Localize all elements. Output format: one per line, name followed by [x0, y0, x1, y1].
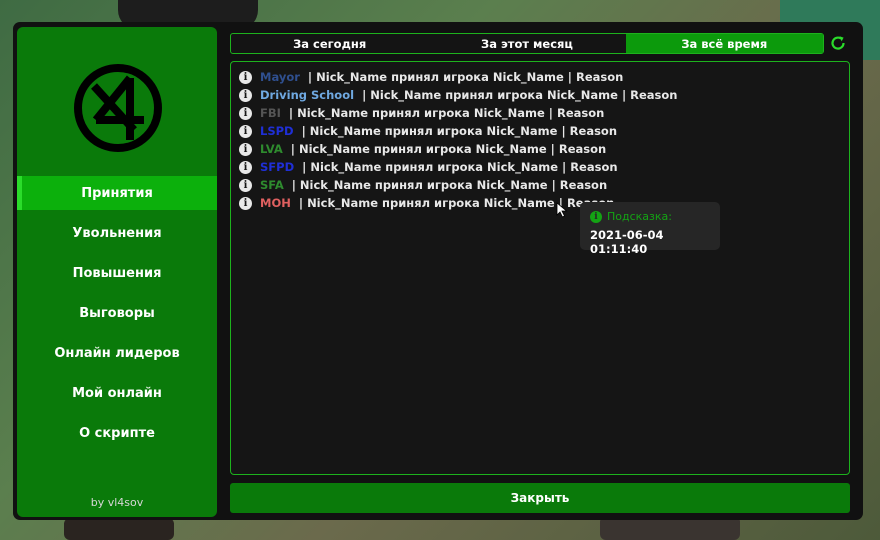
info-icon[interactable]: i [239, 106, 252, 120]
log-separator: | [298, 196, 304, 210]
log-separator: | [551, 178, 556, 192]
sidebar-item-label: О скрипте [79, 425, 155, 441]
log-text: Nick_Name принял игрока Nick_Name [307, 196, 555, 210]
log-entry[interactable]: i Driving School | Nick_Name принял игро… [239, 86, 678, 104]
log-reason: Reason [576, 70, 624, 84]
author-credit: by vl4sov [90, 496, 144, 509]
refresh-icon[interactable] [829, 34, 847, 52]
log-org: SFPD [260, 160, 295, 174]
log-separator: | [548, 106, 553, 120]
info-icon[interactable]: i [239, 88, 252, 102]
log-separator: | [288, 106, 294, 120]
log-separator: | [302, 160, 307, 174]
hint-tooltip: i Подсказка: 2021-06-04 01:11:40 [580, 202, 720, 256]
tooltip-header: i Подсказка: [590, 210, 710, 223]
log-entry[interactable]: i SFA | Nick_Name принял игрока Nick_Nam… [239, 176, 607, 194]
log-org: SFA [260, 178, 284, 192]
log-reason: Reason [570, 160, 618, 174]
log-panel: i Mayor | Nick_Name принял игрока Nick_N… [230, 61, 850, 475]
tab-this-month[interactable]: За этот месяц [428, 34, 625, 53]
log-text: Nick_Name принял игрока Nick_Name [299, 178, 548, 192]
sidebar-item-label: Увольнения [72, 225, 162, 241]
sidebar-item-label: Повышения [72, 265, 162, 281]
sidebar-item-my-online[interactable]: Мой онлайн [17, 376, 217, 410]
logo-icon [74, 64, 162, 152]
tooltip-title: Подсказка: [607, 210, 672, 223]
log-org: Driving School [260, 88, 355, 102]
info-icon[interactable]: i [239, 70, 252, 84]
sidebar-item-leaders-online[interactable]: Онлайн лидеров [17, 336, 217, 370]
info-icon: i [590, 210, 602, 223]
log-separator: | [561, 124, 566, 138]
sidebar-item-label: Мой онлайн [72, 385, 162, 401]
log-text: Nick_Name принял игрока Nick_Name [309, 124, 558, 138]
log-org: LVA [260, 142, 283, 156]
log-reason: Reason [556, 106, 605, 120]
log-separator: | [307, 70, 313, 84]
info-icon[interactable]: i [239, 160, 252, 174]
period-tabs: За сегодня За этот месяц За всё время [230, 33, 824, 54]
log-text: Nick_Name принял игрока Nick_Name [297, 106, 545, 120]
log-separator: | [362, 88, 367, 102]
log-separator: | [301, 124, 306, 138]
log-reason: Reason [558, 142, 607, 156]
background-object [64, 518, 174, 540]
tooltip-timestamp: 2021-06-04 01:11:40 [590, 228, 664, 256]
log-org: LSPD [260, 124, 294, 138]
log-text: Nick_Name принял игрока Nick_Name [298, 142, 547, 156]
close-button[interactable]: Закрыть [230, 483, 850, 513]
info-icon[interactable]: i [239, 178, 252, 192]
log-text: Nick_Name принял игрока Nick_Name [310, 160, 558, 174]
log-entry[interactable]: i LSPD | Nick_Name принял игрока Nick_Na… [239, 122, 617, 140]
info-icon[interactable]: i [239, 196, 252, 210]
tab-today[interactable]: За сегодня [231, 34, 428, 53]
log-entry[interactable]: i Mayor | Nick_Name принял игрока Nick_N… [239, 68, 623, 86]
log-separator: | [550, 142, 555, 156]
sidebar-item-promotions[interactable]: Повышения [17, 256, 217, 290]
log-org: MOH [260, 196, 291, 210]
log-text: Nick_Name принял игрока Nick_Name [316, 70, 564, 84]
sidebar-item-label: Онлайн лидеров [54, 345, 180, 361]
sidebar-item-dismissals[interactable]: Увольнения [17, 216, 217, 250]
info-icon[interactable]: i [239, 142, 252, 156]
log-separator: | [290, 142, 295, 156]
sidebar-item-about[interactable]: О скрипте [17, 416, 217, 450]
log-text: Nick_Name принял игрока Nick_Name [370, 88, 618, 102]
sidebar-item-accepts[interactable]: Принятия [17, 176, 217, 210]
log-entry[interactable]: i FBI | Nick_Name принял игрока Nick_Nam… [239, 104, 604, 122]
sidebar-item-reprimands[interactable]: Выговоры [17, 296, 217, 330]
log-separator: | [562, 160, 567, 174]
log-separator: | [291, 178, 296, 192]
log-entry[interactable]: i SFPD | Nick_Name принял игрока Nick_Na… [239, 158, 618, 176]
log-separator: | [567, 70, 572, 84]
log-entry[interactable]: i LVA | Nick_Name принял игрока Nick_Nam… [239, 140, 606, 158]
log-org: FBI [260, 106, 281, 120]
log-separator: | [621, 88, 627, 102]
log-reason: Reason [569, 124, 618, 138]
sidebar-item-label: Принятия [81, 185, 153, 201]
log-reason: Reason [630, 88, 678, 102]
log-org: Mayor [260, 70, 300, 84]
mouse-cursor-icon [556, 202, 568, 218]
info-icon[interactable]: i [239, 124, 252, 138]
tab-all-time[interactable]: За всё время [625, 34, 823, 53]
sidebar-item-label: Выговоры [79, 305, 155, 321]
log-reason: Reason [559, 178, 608, 192]
